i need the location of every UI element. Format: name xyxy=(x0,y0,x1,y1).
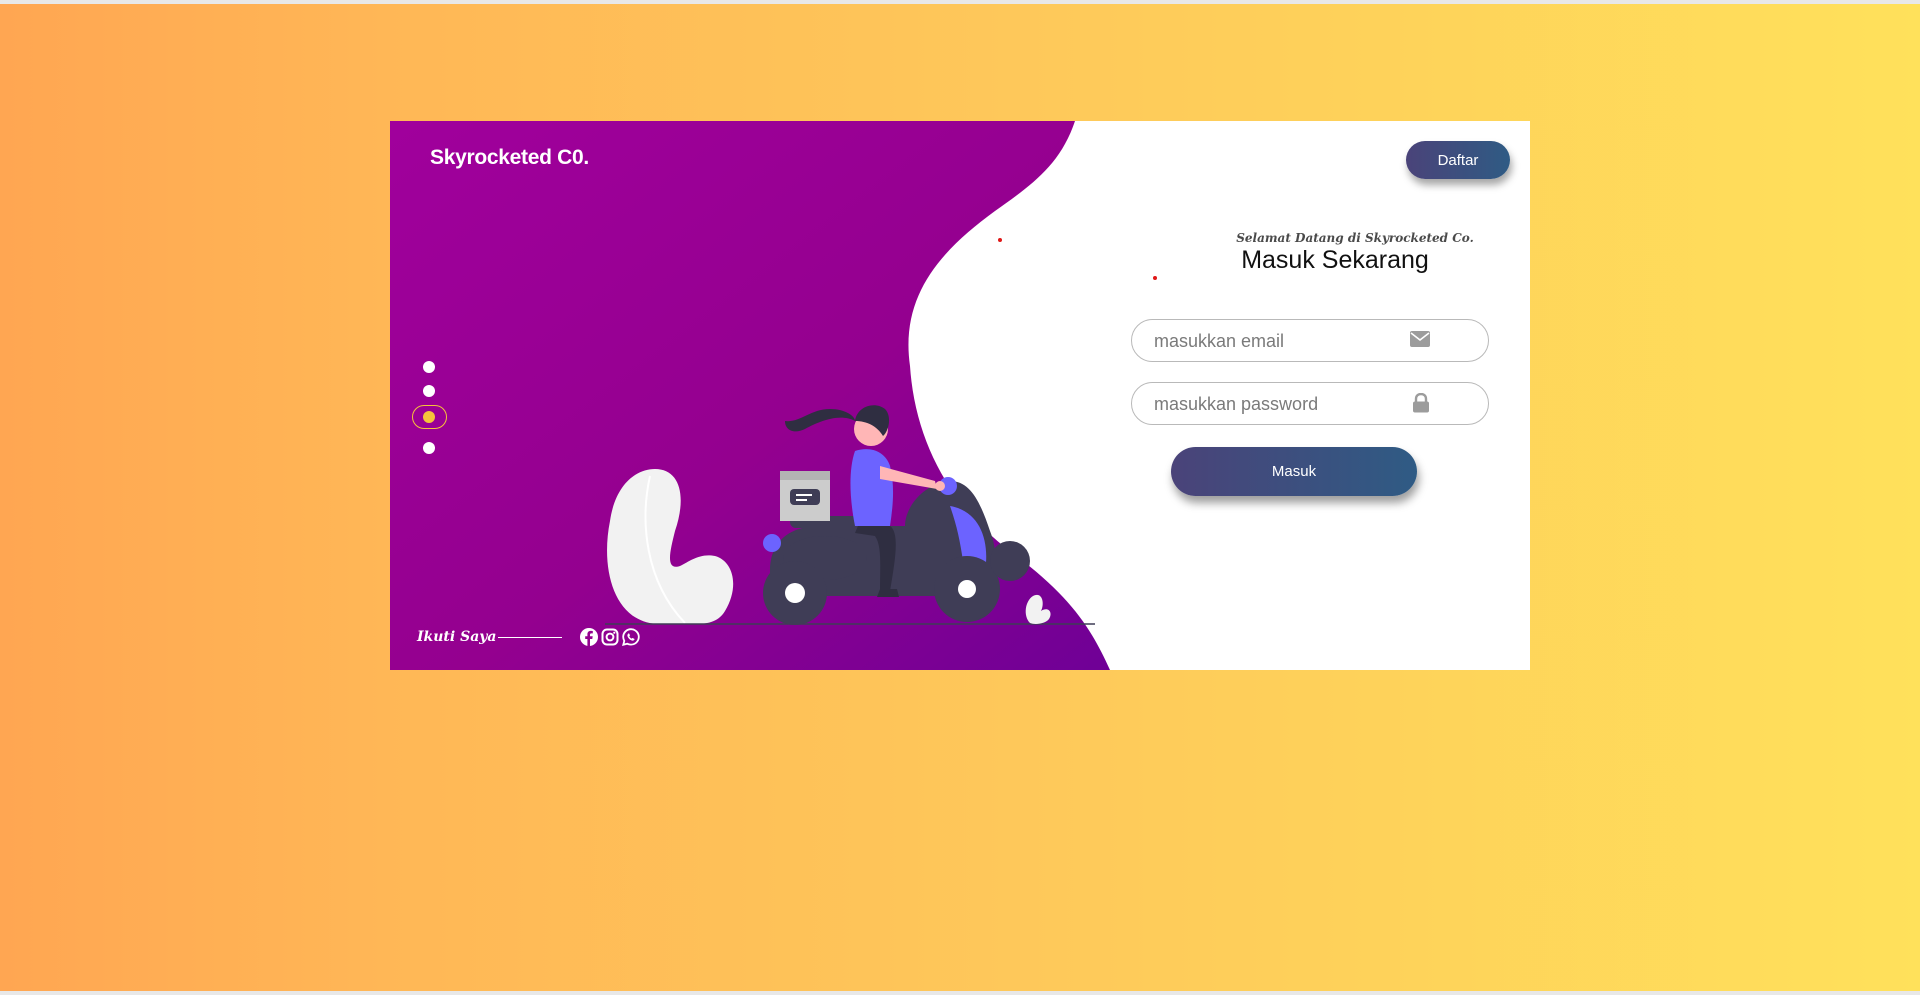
social-links xyxy=(580,628,641,646)
browser-bottom-strip xyxy=(0,991,1920,995)
login-title: Masuk Sekarang xyxy=(1241,246,1429,274)
password-field[interactable] xyxy=(1131,382,1489,426)
whatsapp-icon[interactable] xyxy=(622,628,641,646)
email-input[interactable] xyxy=(1152,320,1426,363)
follow-label: Ikuti Saya xyxy=(417,629,497,645)
decorative-red-dot xyxy=(1153,276,1157,280)
slider-dot-2[interactable] xyxy=(423,385,435,397)
browser-top-strip xyxy=(0,0,1920,4)
brand-logo: Skyrocketed C0. xyxy=(430,146,589,169)
follow-divider-line xyxy=(498,636,563,638)
facebook-icon[interactable] xyxy=(580,628,599,646)
slider-dot-3[interactable] xyxy=(423,411,435,423)
instagram-icon[interactable] xyxy=(601,628,619,646)
login-submit-button[interactable]: Masuk xyxy=(1171,447,1417,496)
lock-icon xyxy=(1412,392,1430,417)
follow-section: Ikuti Saya xyxy=(417,628,641,646)
slider-dot-4[interactable] xyxy=(423,442,435,454)
login-card: Skyrocketed C0. Daftar Selamat Datang di… xyxy=(390,121,1530,670)
envelope-icon xyxy=(1410,331,1430,351)
register-button[interactable]: Daftar xyxy=(1406,141,1510,179)
email-field[interactable] xyxy=(1131,319,1489,363)
decorative-red-dot xyxy=(998,238,1002,242)
scooter-rider-illustration xyxy=(605,405,1095,625)
password-input[interactable] xyxy=(1152,383,1426,426)
slider-dot-1[interactable] xyxy=(423,361,435,373)
welcome-text: Selamat Datang di Skyrocketed Co. xyxy=(1236,231,1474,245)
